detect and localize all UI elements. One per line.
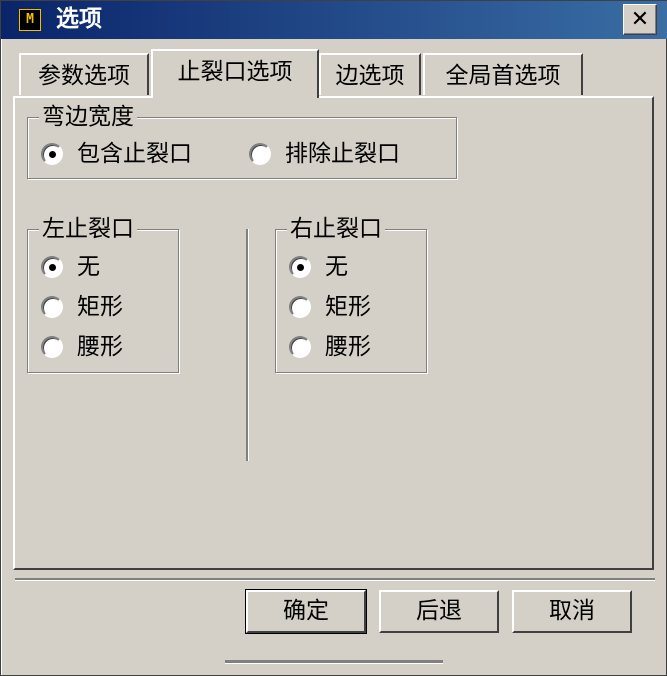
radio-button[interactable] bbox=[289, 296, 311, 318]
radio-button-checked[interactable] bbox=[41, 256, 63, 278]
back-button[interactable]: 后退 bbox=[379, 590, 499, 633]
radio-label: 矩形 bbox=[325, 294, 371, 320]
left-relief-obround[interactable]: 腰形 bbox=[41, 332, 123, 362]
radio-button[interactable] bbox=[249, 143, 271, 165]
resize-grip[interactable] bbox=[225, 660, 443, 664]
radio-label: 腰形 bbox=[77, 334, 123, 360]
left-relief-none[interactable]: 无 bbox=[41, 252, 100, 282]
right-relief-legend: 右止裂口 bbox=[287, 216, 385, 242]
radio-label: 矩形 bbox=[77, 294, 123, 320]
radio-label: 无 bbox=[77, 254, 100, 280]
radio-button[interactable] bbox=[41, 336, 63, 358]
radio-button-checked[interactable] bbox=[289, 256, 311, 278]
bend-width-legend: 弯边宽度 bbox=[39, 104, 137, 130]
close-button[interactable]: ✕ bbox=[623, 4, 657, 35]
app-icon: M bbox=[19, 9, 41, 31]
right-relief-none[interactable]: 无 bbox=[289, 252, 348, 282]
tab-global-preferences[interactable]: 全局首选项 bbox=[423, 53, 583, 95]
ok-button[interactable]: 确定 bbox=[245, 589, 367, 634]
radio-exclude-relief[interactable]: 排除止裂口 bbox=[249, 139, 400, 169]
vertical-divider bbox=[246, 229, 249, 461]
cancel-button[interactable]: 取消 bbox=[512, 590, 632, 633]
right-relief-rectangle[interactable]: 矩形 bbox=[289, 292, 371, 322]
radio-label: 腰形 bbox=[325, 334, 371, 360]
right-relief-obround[interactable]: 腰形 bbox=[289, 332, 371, 362]
options-dialog: M 选项 ✕ 参数选项 止裂口选项 边选项 全局首选项 弯边宽度 包含止裂口 排… bbox=[0, 0, 667, 676]
tab-parameter-options[interactable]: 参数选项 bbox=[19, 53, 149, 95]
title-bar[interactable]: M 选项 ✕ bbox=[1, 1, 667, 39]
left-relief-rectangle[interactable]: 矩形 bbox=[41, 292, 123, 322]
window-title: 选项 bbox=[56, 6, 102, 32]
left-relief-legend: 左止裂口 bbox=[39, 216, 137, 242]
radio-label: 包含止裂口 bbox=[77, 141, 192, 167]
radio-button[interactable] bbox=[289, 336, 311, 358]
radio-label: 无 bbox=[325, 254, 348, 280]
tab-edge-options[interactable]: 边选项 bbox=[319, 53, 421, 95]
radio-button[interactable] bbox=[41, 296, 63, 318]
tab-relief-options[interactable]: 止裂口选项 bbox=[151, 49, 319, 98]
radio-include-relief[interactable]: 包含止裂口 bbox=[41, 139, 192, 169]
horizontal-divider bbox=[15, 578, 655, 581]
radio-label: 排除止裂口 bbox=[285, 141, 400, 167]
radio-button-checked[interactable] bbox=[41, 143, 63, 165]
